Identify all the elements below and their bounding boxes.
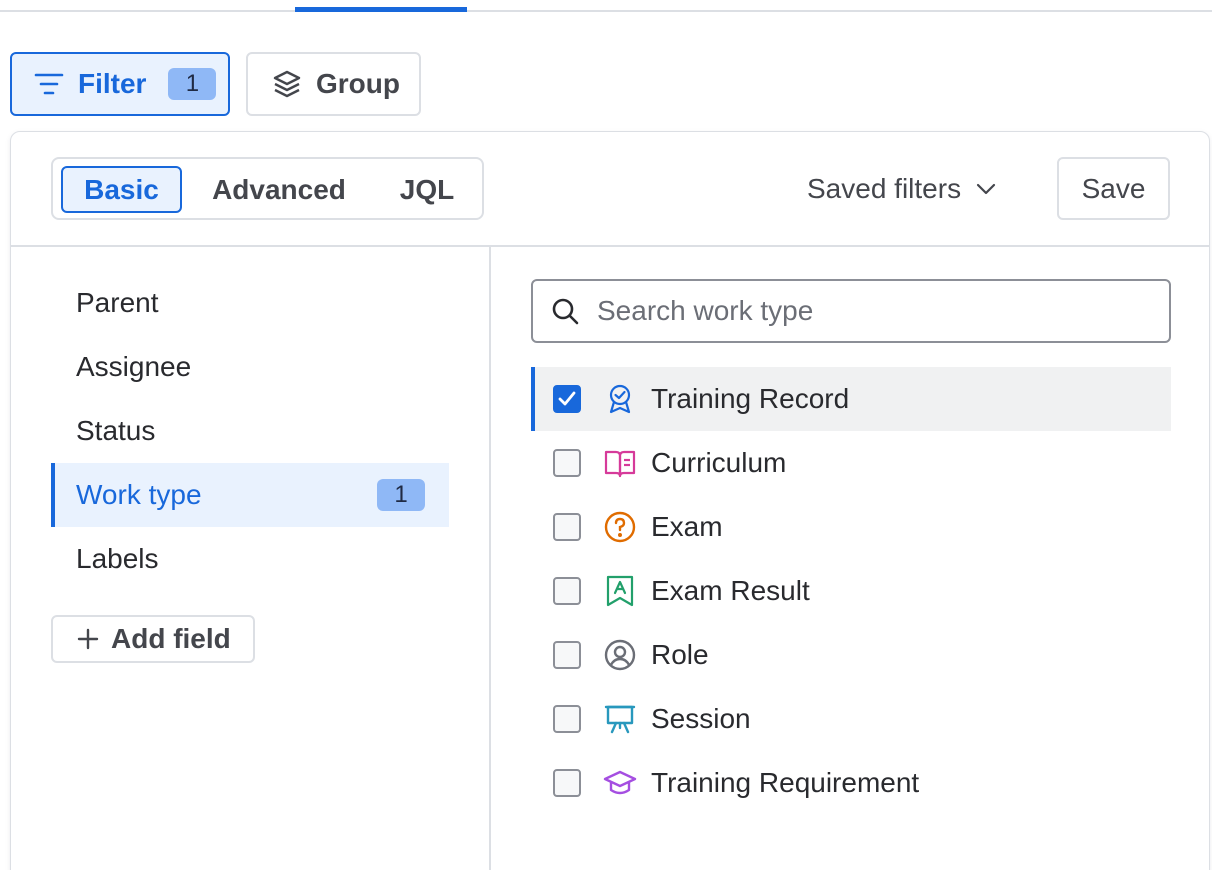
option-label: Exam Result: [651, 575, 810, 606]
field-item-work-type[interactable]: Work type 1: [51, 463, 449, 527]
book-icon: [603, 446, 637, 480]
group-button[interactable]: Group: [246, 52, 421, 116]
checkbox[interactable]: [553, 705, 581, 733]
option-label: Training Record: [651, 383, 850, 414]
filter-count-badge: 1: [168, 68, 217, 100]
field-item-parent[interactable]: Parent: [51, 271, 449, 335]
field-item-status[interactable]: Status: [51, 399, 449, 463]
group-button-label: Group: [316, 68, 400, 99]
active-tab-indicator: [295, 7, 467, 12]
checkbox[interactable]: [553, 513, 581, 541]
question-circle-icon: [603, 510, 637, 544]
option-curriculum[interactable]: Curriculum: [531, 431, 1171, 495]
field-label: Assignee: [76, 351, 192, 382]
filter-button[interactable]: Filter 1: [10, 52, 230, 116]
saved-filters-label: Saved filters: [807, 173, 962, 204]
option-label: Session: [651, 703, 751, 734]
add-field-button[interactable]: Add field: [51, 615, 255, 663]
option-label: Curriculum: [651, 447, 787, 478]
search-icon: [551, 297, 579, 325]
panel-divider: [11, 245, 1209, 247]
checkbox[interactable]: [553, 641, 581, 669]
saved-filters-dropdown[interactable]: Saved filters: [807, 169, 997, 209]
option-session[interactable]: Session: [531, 687, 1171, 751]
save-button[interactable]: Save: [1057, 157, 1170, 220]
checkbox[interactable]: [553, 577, 581, 605]
filter-panel: Basic Advanced JQL Saved filters Save Pa…: [10, 131, 1210, 870]
top-tab-rule: [0, 10, 1212, 12]
option-role[interactable]: Role: [531, 623, 1171, 687]
option-label: Training Requirement: [651, 767, 920, 798]
option-exam[interactable]: Exam: [531, 495, 1171, 559]
mode-advanced-tab[interactable]: Advanced: [199, 166, 359, 213]
option-label: Exam: [651, 511, 723, 542]
bookmark-a-icon: [603, 574, 637, 608]
field-count-badge: 1: [377, 479, 425, 511]
field-label: Work type: [76, 479, 202, 510]
checkbox[interactable]: [553, 769, 581, 797]
option-training-requirement[interactable]: Training Requirement: [531, 751, 1171, 815]
mode-jql-tab[interactable]: JQL: [377, 166, 477, 213]
chevron-down-icon: [975, 182, 997, 196]
option-exam-result[interactable]: Exam Result: [531, 559, 1171, 623]
checkbox-checked[interactable]: [553, 385, 581, 413]
filter-mode-switcher: Basic Advanced JQL: [51, 157, 484, 220]
presentation-icon: [603, 702, 637, 736]
field-item-labels[interactable]: Labels: [51, 527, 449, 591]
mode-basic-tab[interactable]: Basic: [61, 166, 182, 213]
field-item-assignee[interactable]: Assignee: [51, 335, 449, 399]
option-label: Role: [651, 639, 709, 670]
graduation-cap-icon: [603, 766, 637, 800]
person-circle-icon: [603, 638, 637, 672]
add-field-label: Add field: [111, 623, 231, 654]
field-label: Parent: [76, 287, 159, 318]
plus-icon: [77, 628, 99, 650]
filter-button-label: Filter: [78, 68, 147, 99]
column-divider: [489, 247, 491, 870]
field-label: Status: [76, 415, 156, 446]
work-type-search: [531, 279, 1171, 343]
filter-lines-icon: [34, 71, 64, 97]
option-training-record[interactable]: Training Record: [531, 367, 1171, 431]
search-input[interactable]: [597, 295, 1157, 327]
checkbox[interactable]: [553, 449, 581, 477]
layers-icon: [272, 69, 302, 99]
ribbon-badge-icon: [603, 382, 637, 416]
field-label: Labels: [76, 543, 159, 574]
